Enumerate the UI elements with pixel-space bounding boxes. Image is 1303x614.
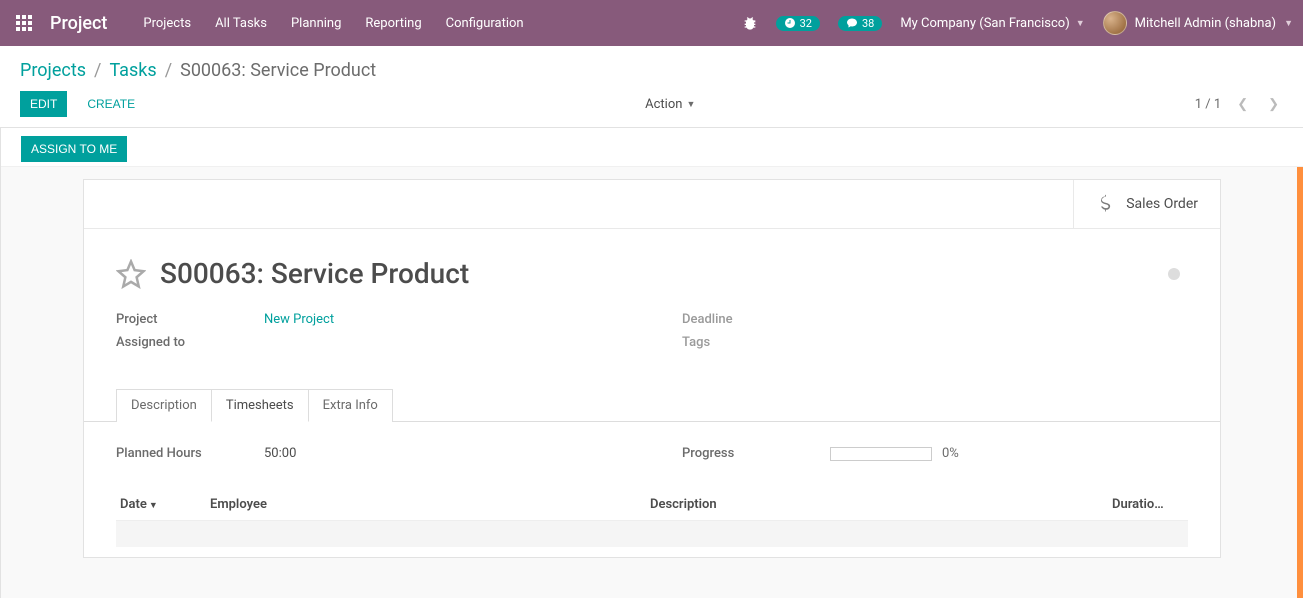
- nav-configuration[interactable]: Configuration: [446, 16, 524, 31]
- button-box: Sales Order: [84, 180, 1220, 229]
- field-deadline: Deadline: [682, 312, 1188, 327]
- tab-content-timesheets: Planned Hours 50:00 Progress 0% Date▼ Em…: [84, 422, 1220, 557]
- nav-right: 32 38 My Company (San Francisco) ▼ Mitch…: [742, 11, 1293, 35]
- action-label: Action: [645, 97, 682, 112]
- chevron-down-icon: ▼: [686, 99, 695, 110]
- nav-reporting[interactable]: Reporting: [365, 16, 421, 31]
- col-employee[interactable]: Employee: [206, 489, 646, 521]
- assign-to-me-button[interactable]: ASSIGN TO ME: [21, 136, 127, 162]
- bug-icon[interactable]: [742, 15, 758, 31]
- chevron-down-icon: ▼: [1076, 18, 1085, 29]
- field-project: Project New Project: [116, 312, 622, 327]
- avatar: [1103, 11, 1127, 35]
- control-panel: Projects / Tasks / S00063: Service Produ…: [0, 46, 1303, 128]
- tab-timesheets[interactable]: Timesheets: [211, 389, 309, 422]
- create-button[interactable]: CREATE: [77, 91, 145, 117]
- field-col-right: Deadline Tags: [682, 312, 1188, 358]
- pager-next-icon[interactable]: ❯: [1264, 95, 1283, 114]
- nav-planning[interactable]: Planning: [291, 16, 341, 31]
- planned-hours-row: Planned Hours 50:00: [116, 446, 622, 461]
- progress-percent: 0%: [942, 446, 959, 461]
- tabs: Description Timesheets Extra Info: [84, 388, 1220, 422]
- pager-prev-icon[interactable]: ❮: [1233, 95, 1252, 114]
- field-label-project: Project: [116, 312, 264, 327]
- sort-desc-icon: ▼: [149, 501, 158, 511]
- pager: 1 / 1 ❮ ❯: [1195, 95, 1283, 114]
- nav-links: Projects All Tasks Planning Reporting Co…: [143, 16, 523, 31]
- timer-count: 32: [800, 17, 812, 30]
- breadcrumb-sep: /: [165, 60, 172, 81]
- planned-hours-label: Planned Hours: [116, 446, 264, 461]
- field-label-tags: Tags: [682, 335, 830, 350]
- nav-all-tasks[interactable]: All Tasks: [215, 16, 267, 31]
- tab-extra-info[interactable]: Extra Info: [309, 389, 393, 422]
- progress-row: Progress 0%: [682, 446, 1188, 461]
- control-row: EDIT CREATE Action ▼ 1 / 1 ❮ ❯: [0, 85, 1303, 127]
- breadcrumb: Projects / Tasks / S00063: Service Produ…: [0, 46, 1303, 85]
- breadcrumb-projects[interactable]: Projects: [20, 60, 86, 81]
- field-col-left: Project New Project Assigned to: [116, 312, 622, 358]
- col-date[interactable]: Date▼: [116, 489, 206, 521]
- field-label-deadline: Deadline: [682, 312, 830, 327]
- messages-count: 38: [862, 17, 874, 30]
- task-title: S00063: Service Product: [160, 257, 469, 290]
- action-dropdown[interactable]: Action ▼: [645, 97, 695, 112]
- pager-text: 1 / 1: [1195, 97, 1221, 112]
- user-menu[interactable]: Mitchell Admin (shabna) ▼: [1103, 11, 1293, 35]
- form-sheet: Sales Order S00063: Service Product Proj…: [83, 179, 1221, 558]
- nav-projects[interactable]: Projects: [143, 16, 191, 31]
- user-name: Mitchell Admin (shabna): [1135, 16, 1276, 31]
- col-duration[interactable]: Duratio…: [1108, 489, 1188, 521]
- field-value-project[interactable]: New Project: [264, 312, 334, 327]
- sales-order-label: Sales Order: [1126, 196, 1198, 212]
- sheet-background: ASSIGN TO ME Sales Order S00063: Service…: [0, 128, 1303, 598]
- progress-label: Progress: [682, 446, 830, 461]
- timesheet-summary: Planned Hours 50:00 Progress 0%: [116, 446, 1188, 461]
- dollar-icon: [1096, 192, 1116, 216]
- tab-description[interactable]: Description: [116, 389, 211, 422]
- field-tags: Tags: [682, 335, 1188, 350]
- messages-badge[interactable]: 38: [838, 16, 882, 31]
- field-label-assigned: Assigned to: [116, 335, 264, 350]
- assign-bar: ASSIGN TO ME: [1, 128, 1303, 167]
- table-row-empty: [116, 521, 1188, 547]
- edit-button[interactable]: EDIT: [20, 91, 67, 117]
- breadcrumb-sep: /: [94, 60, 101, 81]
- timesheet-table: Date▼ Employee Description Duratio…: [116, 489, 1188, 547]
- topnav: Project Projects All Tasks Planning Repo…: [0, 0, 1303, 46]
- star-icon[interactable]: [116, 259, 146, 289]
- company-name: My Company (San Francisco): [900, 16, 1069, 31]
- chevron-down-icon: ▼: [1284, 18, 1293, 29]
- timer-badge[interactable]: 32: [776, 16, 820, 31]
- brand[interactable]: Project: [50, 13, 107, 34]
- sales-order-stat-button[interactable]: Sales Order: [1073, 180, 1220, 228]
- apps-icon[interactable]: [10, 9, 38, 37]
- scroll-indicator[interactable]: [1297, 128, 1303, 598]
- planned-hours-value: 50:00: [264, 446, 296, 461]
- col-description[interactable]: Description: [646, 489, 1108, 521]
- breadcrumb-tasks[interactable]: Tasks: [109, 60, 156, 81]
- progress-bar: [830, 447, 932, 461]
- kanban-state-dot[interactable]: [1168, 268, 1180, 280]
- field-grid: Project New Project Assigned to Deadline…: [84, 298, 1220, 378]
- title-row: S00063: Service Product: [84, 229, 1220, 298]
- breadcrumb-current: S00063: Service Product: [180, 60, 376, 81]
- company-switcher[interactable]: My Company (San Francisco) ▼: [900, 16, 1084, 31]
- field-assigned: Assigned to: [116, 335, 622, 350]
